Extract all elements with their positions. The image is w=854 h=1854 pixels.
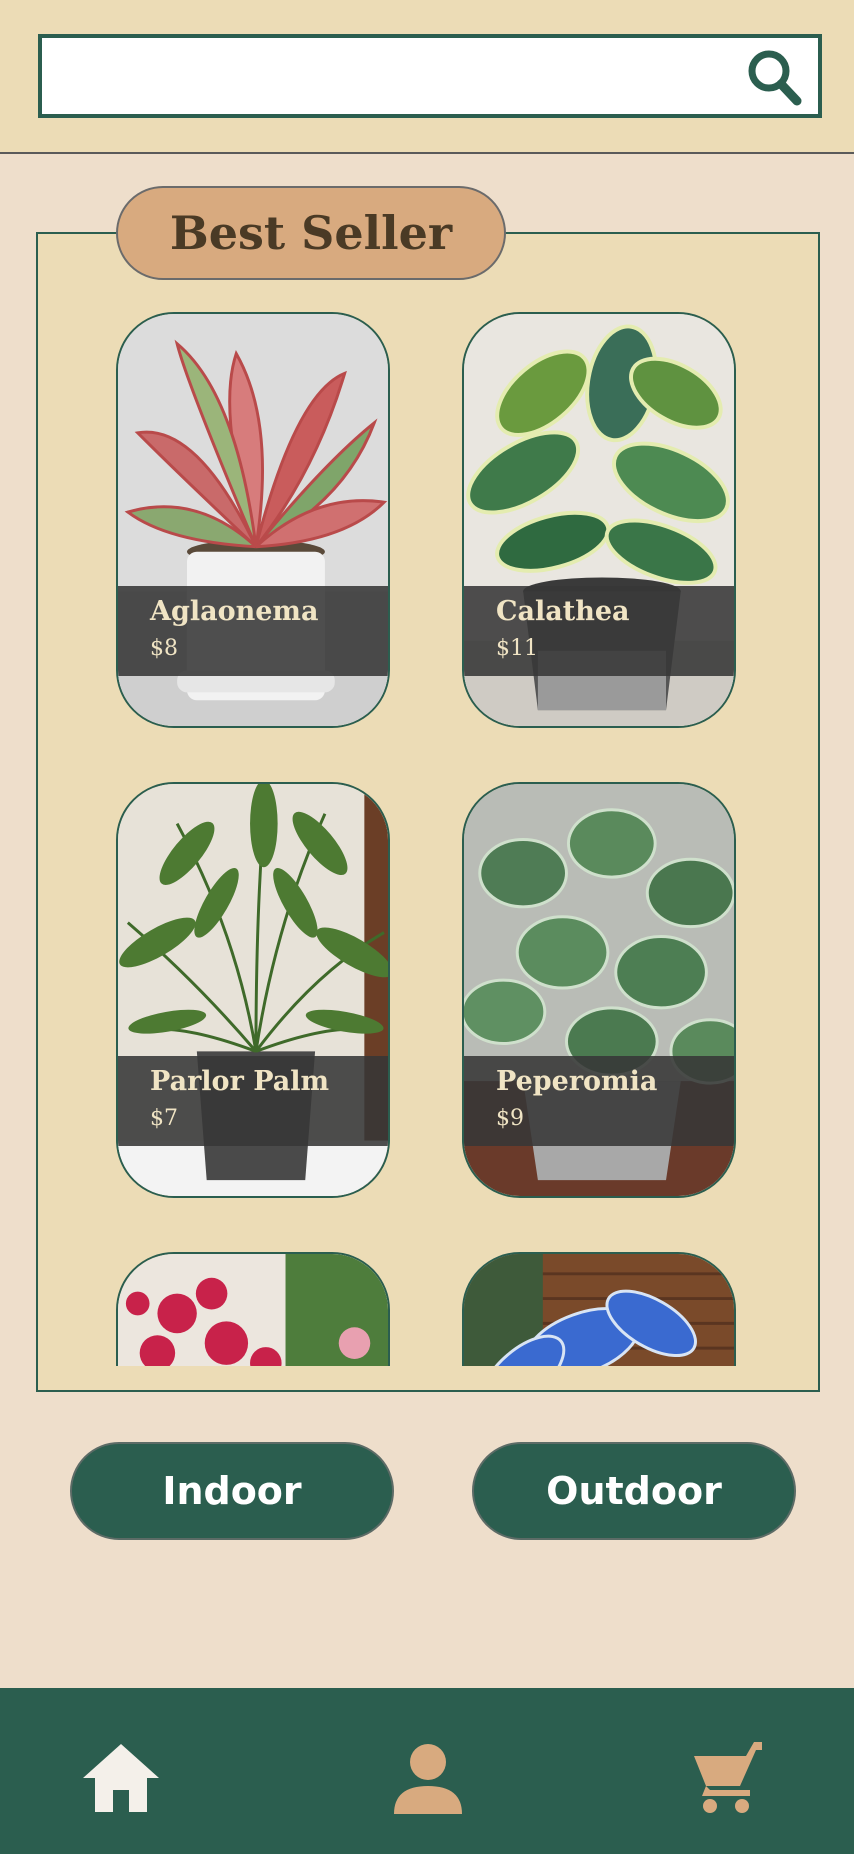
product-price: $7 [150, 1106, 178, 1131]
product-card[interactable] [116, 1252, 390, 1366]
product-caption: Calathea $11 [464, 586, 734, 676]
cart-icon[interactable] [688, 1740, 768, 1816]
section-title: Best Seller [116, 186, 506, 280]
home-icon[interactable] [81, 1740, 161, 1816]
product-name: Peperomia [496, 1066, 658, 1097]
product-price: $8 [150, 636, 178, 661]
person-icon[interactable] [388, 1740, 468, 1816]
product-price: $11 [496, 636, 538, 661]
search-input[interactable] [52, 38, 756, 116]
outdoor-button[interactable]: Outdoor [472, 1442, 796, 1540]
product-name: Calathea [496, 596, 630, 627]
product-card-peperomia[interactable]: Peperomia $9 [462, 782, 736, 1198]
product-card-calathea[interactable]: Calathea $11 [462, 312, 736, 728]
product-grid[interactable]: Aglaonema $8 Calathea $11 Parlor Palm $7… [36, 232, 820, 1366]
flower-plant-image [118, 1254, 388, 1366]
product-caption: Parlor Palm $7 [118, 1056, 388, 1146]
blue-plant-image [464, 1254, 734, 1366]
product-name: Aglaonema [150, 596, 319, 627]
product-card-parlor-palm[interactable]: Parlor Palm $7 [116, 782, 390, 1198]
product-card-aglaonema[interactable]: Aglaonema $8 [116, 312, 390, 728]
search-icon[interactable] [746, 48, 802, 106]
product-caption: Peperomia $9 [464, 1056, 734, 1146]
product-caption: Aglaonema $8 [118, 586, 388, 676]
search-box[interactable] [38, 34, 822, 118]
top-bar [0, 0, 854, 154]
product-price: $9 [496, 1106, 524, 1131]
product-name: Parlor Palm [150, 1066, 330, 1097]
indoor-button[interactable]: Indoor [70, 1442, 394, 1540]
product-card[interactable] [462, 1252, 736, 1366]
bottom-nav [0, 1688, 854, 1854]
